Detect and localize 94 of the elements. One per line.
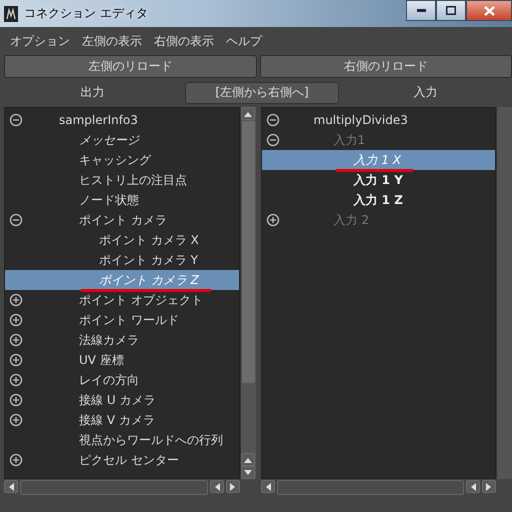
tree-row[interactable]: 接線 U カメラ [5,390,238,410]
attribute-label: ポイント カメラ X [99,232,199,248]
expand-icon[interactable] [9,453,23,467]
left-arrow-icon [8,482,14,490]
app-icon [4,6,18,22]
attribute-label: multiplyDivide3 [314,112,408,128]
menu-item[interactable]: オプション [10,33,70,49]
attribute-label: 入力 2 [334,212,369,228]
scroll-left-button[interactable] [466,480,480,493]
reload-button[interactable]: 右側のリロード [260,55,512,78]
tree-row[interactable]: メッセージ [5,130,238,150]
tree-row[interactable]: レイの方向 [5,370,238,390]
expand-icon[interactable] [9,393,23,407]
window-title: コネクション エディタ [24,5,148,22]
collapse-icon[interactable] [9,213,23,227]
scroll-down-button[interactable] [240,466,254,479]
attribute-label: ポイント カメラ Z [99,272,199,288]
collapse-icon[interactable] [266,133,280,147]
maximize-icon [446,6,456,15]
column-header: 入力 [412,84,438,101]
tree-row[interactable]: キャッシング [5,150,238,170]
close-icon [484,6,494,16]
tree-row[interactable]: UV 座標 [5,350,238,370]
menu-item[interactable]: 左側の表示 [82,33,142,49]
attribute-label: メッセージ [79,132,139,148]
expand-icon[interactable] [9,373,23,387]
scrollbar-thumb[interactable] [242,121,254,383]
left-arrow-icon [214,482,220,490]
left-arrow-icon [470,482,476,490]
tree-row[interactable]: ポイント カメラ X [5,230,238,250]
scrollbar-track[interactable] [20,480,208,495]
collapse-icon[interactable] [9,113,23,127]
attribute-label: ポイント オブジェクト [79,292,203,308]
down-arrow-icon [244,110,252,116]
scrollbar-track[interactable] [276,480,464,495]
attribute-label: ポイント カメラ Y [99,252,198,268]
attribute-label: UV 座標 [79,352,124,368]
attribute-label: 入力 1 Y [354,172,403,188]
scroll-right-button[interactable] [226,480,240,493]
right-arrow-icon [230,482,236,490]
attribute-label: 接線 U カメラ [79,392,156,408]
attribute-label: ヒストリ上の注目点 [79,172,187,188]
tree-row[interactable]: ポイント カメラ [5,210,238,230]
expand-icon[interactable] [9,293,23,307]
column-header: 出力 [80,84,106,101]
scroll-left-button[interactable] [4,480,18,493]
scroll-left-button[interactable] [260,480,274,493]
menu-item[interactable]: 右側の表示 [154,33,214,49]
right-arrow-icon [486,482,492,490]
collapse-icon[interactable] [266,113,280,127]
tree-row[interactable]: ノード状態 [5,190,238,210]
attribute-label: ポイント ワールド [79,312,179,328]
attribute-label: 視点からワールドへの行列 [79,432,223,448]
scroll-left-button[interactable] [210,480,224,493]
attribute-label: ピクセル センター [79,452,179,468]
reload-button[interactable]: 左側のリロード [4,55,256,78]
tree-row[interactable]: 接線 V カメラ [5,410,238,430]
tree-row[interactable]: 法線カメラ [5,330,238,350]
tree-row[interactable]: ポイント ワールド [5,310,238,330]
close-button[interactable] [466,0,512,21]
direction-button[interactable]: [左側から右側へ] [185,82,339,104]
scroll-up-button[interactable] [240,453,254,466]
attribute-label: samplerInfo3 [59,112,138,128]
expand-icon[interactable] [266,213,280,227]
attribute-label: キャッシング [79,152,151,168]
expand-icon[interactable] [9,353,23,367]
tree-row[interactable]: 入力 1 Y [262,170,495,190]
expand-icon[interactable] [9,413,23,427]
attribute-label: 入力 1 X [354,152,401,168]
attribute-label: 入力1 [334,132,366,148]
tree-row[interactable]: samplerInfo3 [5,110,238,130]
tree-row[interactable]: 視点からワールドへの行列 [5,430,238,450]
tree-row[interactable]: ポイント オブジェクト [5,290,238,310]
expand-icon[interactable] [9,313,23,327]
left-arrow-icon [264,482,270,490]
attribute-label: 法線カメラ [79,332,139,348]
menu-item[interactable]: ヘルプ [226,33,262,49]
scroll-right-button[interactable] [482,480,496,493]
attribute-label: レイの方向 [79,372,139,388]
maximize-button[interactable] [436,0,466,21]
tree-row[interactable]: ポイント カメラ Y [5,250,238,270]
tree-row[interactable]: ヒストリ上の注目点 [5,170,238,190]
attribute-label: ポイント カメラ [79,212,167,228]
scroll-up-button[interactable] [240,107,254,120]
tree-row[interactable]: multiplyDivide3 [262,110,495,130]
minimize-icon [416,9,426,12]
tree-row[interactable]: 入力 1 Z [262,190,495,210]
scrollbar-track[interactable] [496,107,512,479]
attribute-label: 接線 V カメラ [79,412,155,428]
expand-icon[interactable] [9,333,23,347]
attribute-label: ノード状態 [79,192,139,208]
minimize-button[interactable] [406,0,436,21]
tree-row[interactable]: ピクセル センター [5,450,238,470]
attribute-label: 入力 1 Z [354,192,403,208]
